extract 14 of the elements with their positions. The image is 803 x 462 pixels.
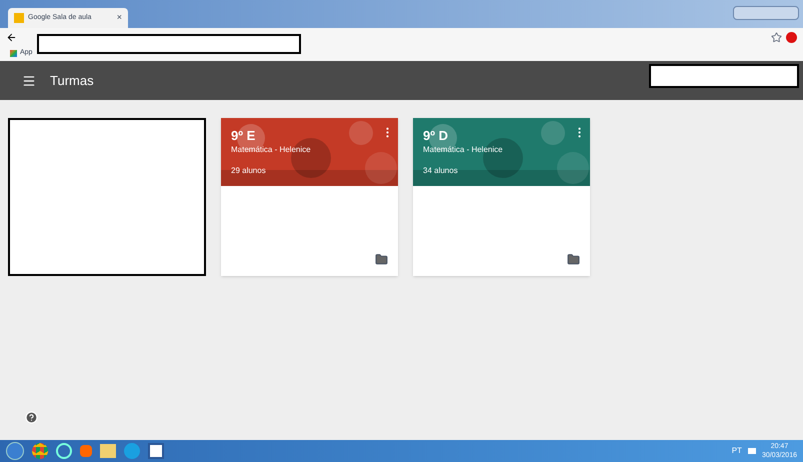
class-title[interactable]: 9º E: [231, 128, 256, 144]
class-subtitle: Matemática - Helenice: [231, 144, 311, 156]
class-subtitle: Matemática - Helenice: [423, 144, 503, 156]
page-title: Turmas: [50, 72, 94, 90]
class-title[interactable]: 9º D: [423, 128, 448, 144]
star-icon[interactable]: [771, 32, 782, 42]
student-count: 29 alunos: [231, 165, 266, 177]
class-card[interactable]: 9º D Matemática - Helenice 34 alunos: [413, 118, 590, 276]
help-icon[interactable]: [25, 411, 38, 424]
tab-close[interactable]: ×: [116, 11, 122, 25]
menu-icon[interactable]: [22, 74, 36, 88]
back-icon[interactable]: [6, 32, 17, 42]
class-card[interactable]: 9º E Matemática - Helenice 29 alunos: [221, 118, 398, 276]
student-count: 34 alunos: [423, 165, 458, 177]
